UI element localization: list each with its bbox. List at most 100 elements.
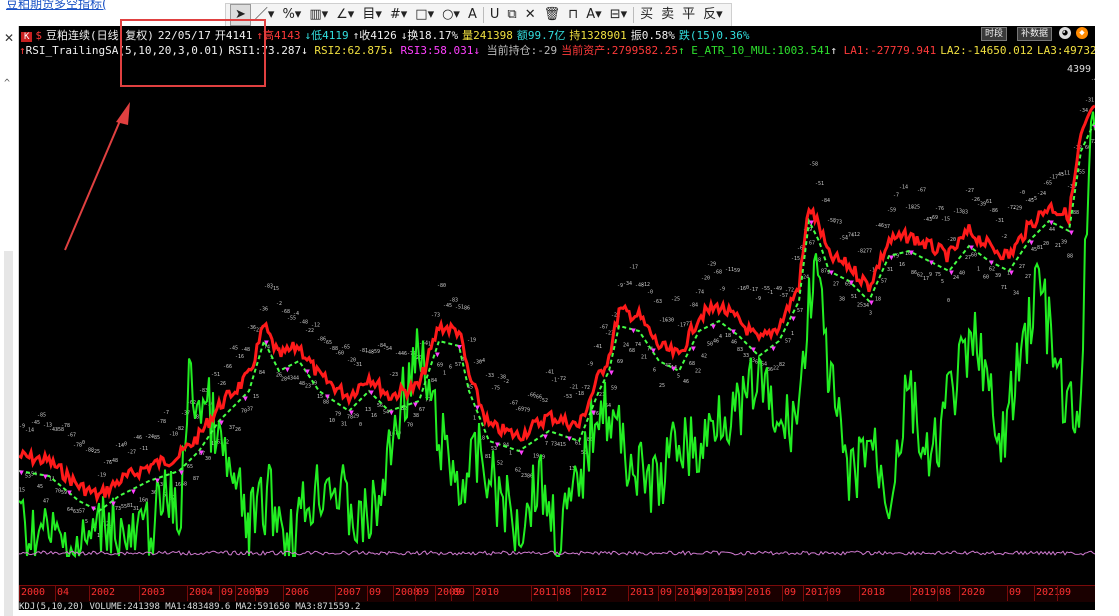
ellipse-tool-icon[interactable]: ○▾ [438, 5, 464, 25]
signal-marker: ▼ [989, 258, 994, 267]
date-tick-label: 09 [784, 587, 797, 598]
stop-marker: -0 [1019, 190, 1025, 196]
stop-marker: -9 [719, 286, 725, 292]
close-icon[interactable]: ✕ [4, 31, 14, 45]
angle-tool-icon[interactable]: ∠▾ [332, 5, 358, 25]
date-axis: 2000 04 2002 2003 2004 09 2005 09 2006 2007 09 2008… [19, 585, 1095, 602]
low-price: 低4119 [311, 29, 349, 42]
font-color-icon[interactable]: A▾ [582, 5, 605, 25]
stop-marker: -23 [389, 372, 398, 378]
volume: 量241398 [462, 29, 513, 42]
supplement-data-button[interactable]: 补数据 [1017, 27, 1053, 41]
signal-marker: ▼ [305, 367, 310, 376]
stop-marker: -9 [587, 361, 593, 367]
stop-marker: 79 [335, 412, 341, 418]
date-tick-label: 09 [1009, 587, 1022, 598]
stop-marker: -14 [899, 185, 908, 191]
signal-marker: ▼ [809, 218, 814, 227]
stop-marker: -75 [491, 385, 500, 391]
date-tick-label: 2012 [583, 587, 608, 598]
stop-marker: -66 [223, 364, 232, 370]
signal-marker: ▼ [111, 499, 116, 508]
stop-marker: 55 [1079, 170, 1085, 176]
stop-marker: -27 [127, 449, 136, 455]
date-separator [451, 586, 452, 601]
rect-tool-icon[interactable]: □▾ [411, 5, 438, 25]
trash-icon[interactable]: 🗑 [540, 5, 565, 25]
toolbar-separator [482, 7, 484, 23]
signal-marker: ▼ [691, 344, 696, 353]
stop-marker: -45 [443, 303, 452, 309]
percent-tool-icon[interactable]: %▾ [278, 5, 305, 25]
grid-tool-icon[interactable]: #▾ [386, 5, 411, 25]
stop-marker: 6 [449, 364, 452, 370]
date-tick-label: 2016 [747, 587, 772, 598]
stop-marker: -11 [139, 446, 148, 452]
vertical-scrollbar[interactable] [4, 251, 13, 616]
stop-marker: -17 [629, 265, 638, 271]
stop-marker: -7 [893, 192, 899, 198]
date-separator [694, 586, 695, 601]
signal-marker: ▼ [869, 298, 874, 307]
signal-marker: ▼ [791, 314, 796, 323]
stop-marker: -27 [965, 188, 974, 194]
period-button[interactable]: 时段 [981, 27, 1008, 41]
settings-icon[interactable]: ◕ [1059, 27, 1071, 39]
date-separator [283, 586, 284, 601]
stop-marker: 16 [371, 413, 377, 419]
copy-icon[interactable]: ⧉ [503, 5, 520, 25]
stop-marker: -52 [539, 398, 548, 404]
close-price: 收4126 [359, 29, 397, 42]
stop-marker: -78 [157, 419, 166, 425]
stop-marker: 25 [659, 383, 665, 389]
date-separator [557, 586, 558, 601]
stop-marker: -45 [31, 420, 40, 426]
stop-marker: -2 [276, 301, 282, 307]
stop-marker: -59 [371, 349, 380, 355]
magnet-icon[interactable]: U [486, 5, 504, 25]
delete-cross-icon[interactable]: ✕ [521, 5, 540, 25]
stop-marker: -51 [211, 372, 220, 378]
date-separator [581, 586, 582, 601]
warning-icon[interactable]: ◆ [1076, 27, 1088, 39]
flat-icon[interactable]: 平 [678, 5, 699, 25]
signal-marker: ▼ [495, 440, 500, 449]
fib-tool-icon[interactable]: ▥▾ [305, 5, 332, 25]
date-tick-label: 08 [939, 587, 952, 598]
stop-marker: 46 [683, 379, 689, 385]
signal-marker: ▼ [609, 368, 614, 377]
stop-marker: -53 [563, 394, 572, 400]
stop-marker: 47 [43, 498, 49, 504]
stop-marker: -33 [485, 373, 494, 379]
reverse-icon[interactable]: 反▾ [699, 5, 727, 25]
date-tick-label: 04 [57, 587, 70, 598]
lock-icon[interactable]: ⊓ [564, 5, 582, 25]
signal-marker: ▼ [543, 432, 548, 441]
stop-marker: 1 [473, 416, 476, 422]
signal-marker: ▼ [711, 322, 716, 331]
stop-marker: -69 [929, 215, 938, 221]
stop-marker: -19 [97, 472, 106, 478]
signal-marker: ▼ [19, 468, 24, 477]
date-tick-label: 09 [257, 587, 270, 598]
buy-icon[interactable]: 买 [636, 5, 657, 25]
stop-marker: -77 [863, 248, 872, 254]
stop-marker: -25 [671, 297, 680, 303]
sell-icon[interactable]: 卖 [657, 5, 678, 25]
stop-marker: -25 [911, 205, 920, 211]
volume-indicator-line: KDJ(5,10,20) VOLUME:241398 MA1:483489.6 … [19, 602, 361, 610]
stop-marker: 18 [875, 297, 881, 303]
k-line-icon[interactable]: K [21, 32, 33, 42]
level-tool-icon[interactable]: 目▾ [358, 5, 386, 25]
date-tick-label: 09 [453, 587, 466, 598]
stop-marker: -45 [229, 346, 238, 352]
stop-marker: -9 [755, 296, 761, 302]
signal-marker: ▼ [1009, 268, 1014, 277]
stop-marker: -83 [449, 298, 458, 304]
text-tool-icon[interactable]: A [464, 5, 481, 25]
date-separator [729, 586, 730, 601]
save-icon[interactable]: ⊟▾ [606, 5, 631, 25]
indicator-link[interactable]: 豆粕期货多空指标( [6, 0, 107, 12]
date-tick-label: 09 [221, 587, 234, 598]
scroll-up-icon[interactable]: ^ [4, 78, 10, 89]
